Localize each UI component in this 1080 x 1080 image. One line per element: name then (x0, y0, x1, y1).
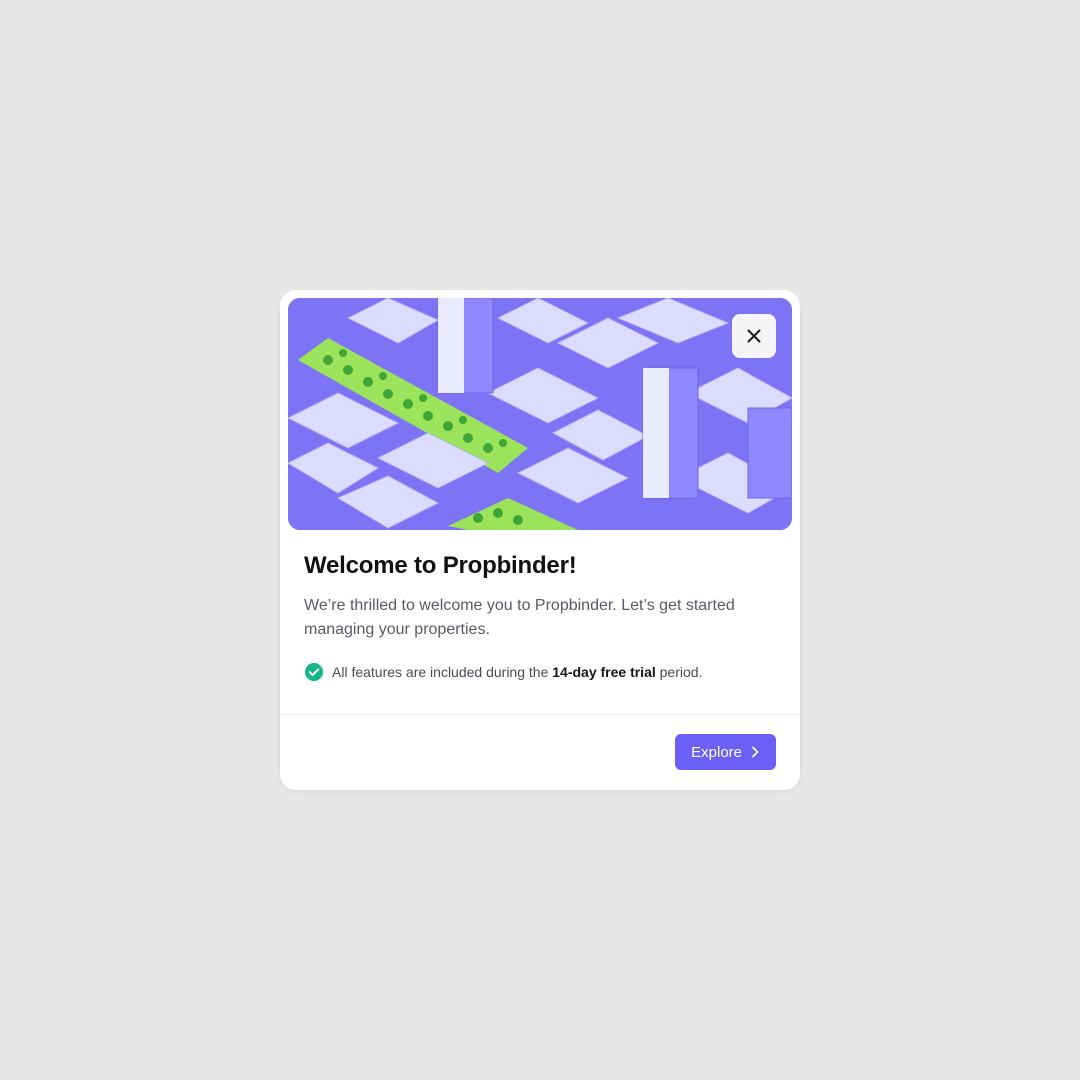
feature-text-after: period. (655, 664, 703, 680)
chevron-right-icon (750, 746, 760, 758)
close-icon (747, 329, 761, 343)
welcome-modal: Welcome to Propbinder! We’re thrilled to… (280, 290, 800, 790)
city-illustration (288, 298, 792, 530)
explore-button[interactable]: Explore (675, 734, 776, 770)
trial-feature-note: All features are included during the 14-… (304, 662, 702, 682)
explore-button-label: Explore (691, 743, 742, 761)
hero-image (288, 298, 792, 530)
check-circle-icon (304, 662, 324, 682)
modal-title: Welcome to Propbinder! (304, 552, 577, 579)
modal-description: We’re thrilled to welcome you to Propbin… (304, 597, 735, 638)
footer-divider (280, 714, 800, 715)
feature-text-before: All features are included during the (332, 664, 553, 680)
feature-text-bold: 14-day free trial (552, 664, 656, 680)
close-button[interactable] (732, 314, 776, 358)
